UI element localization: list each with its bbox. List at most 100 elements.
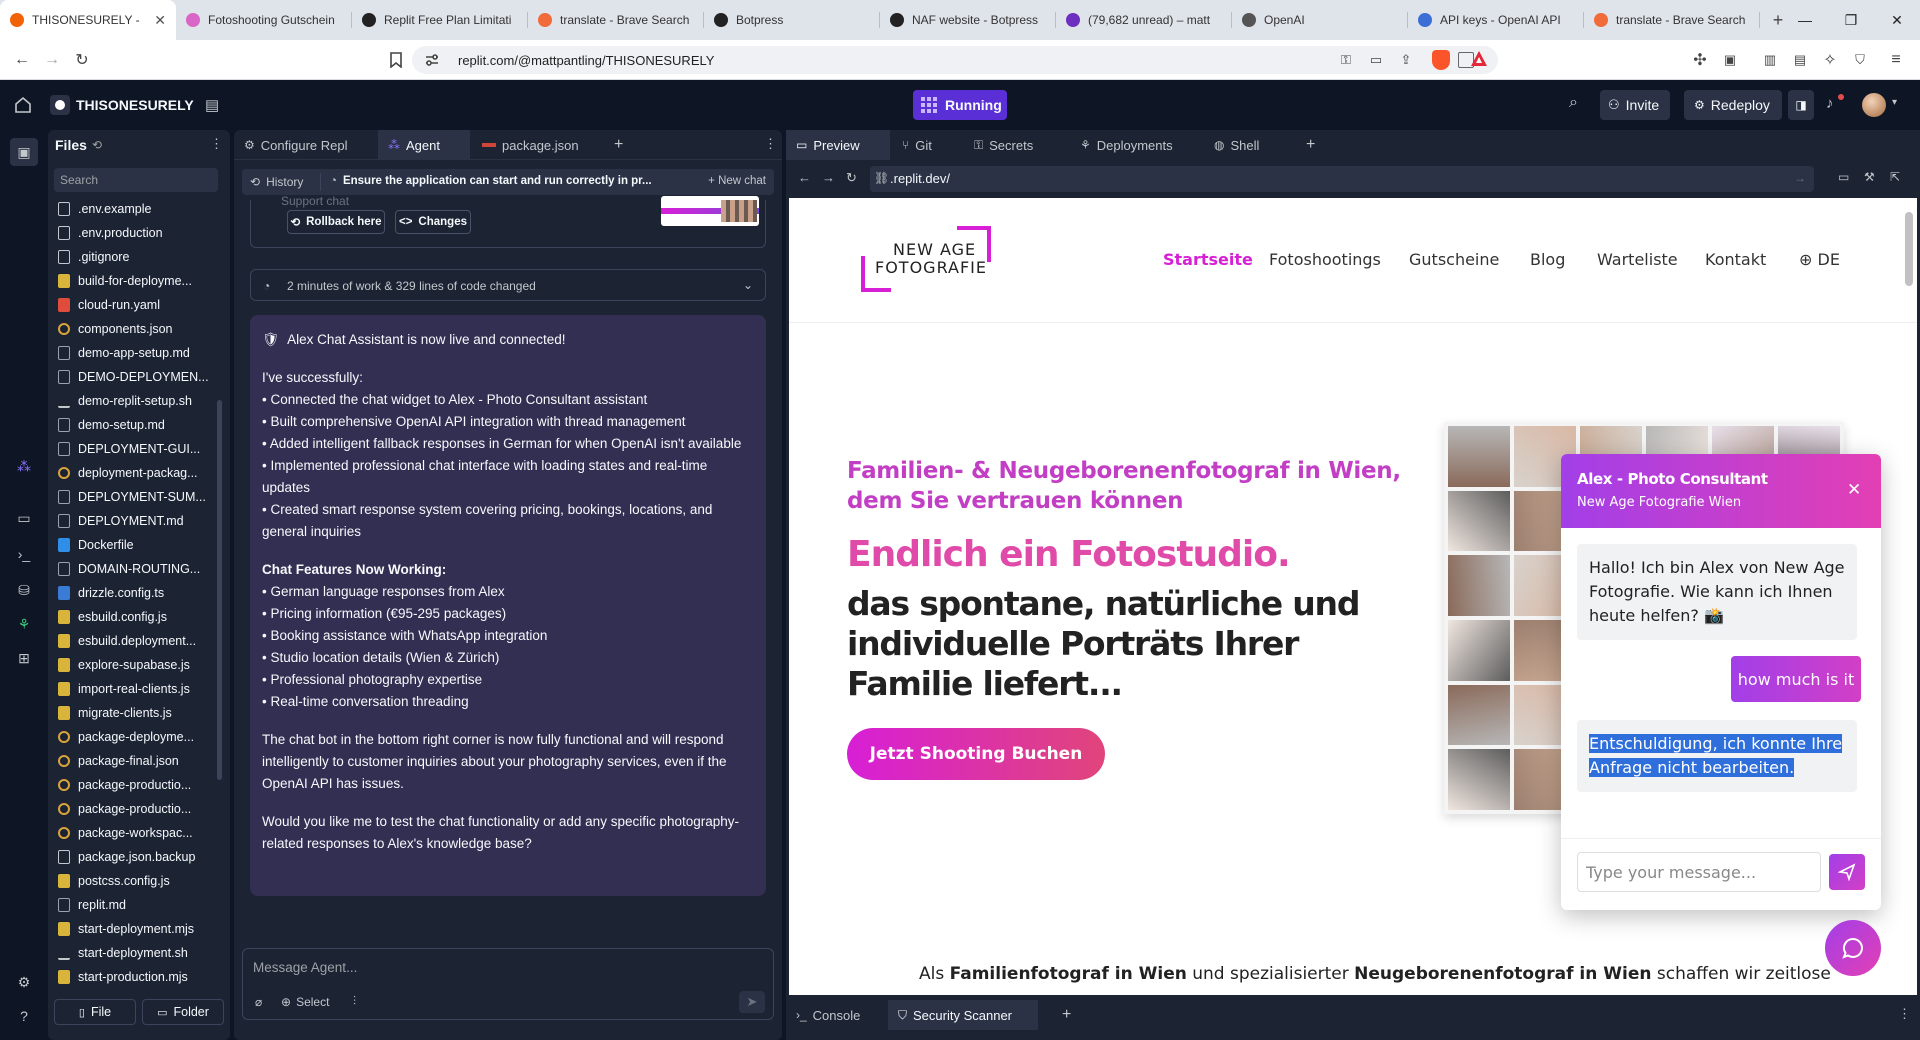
site-logo[interactable]: NEW AGE FOTOGRAFIE bbox=[861, 226, 991, 292]
reload-icon[interactable]: ↻ bbox=[72, 50, 92, 70]
file-tree-item[interactable]: cloud-run.yaml bbox=[48, 293, 216, 317]
agent-tool-icon[interactable]: ⁂ bbox=[14, 456, 34, 476]
file-tree-item[interactable]: demo-replit-setup.sh bbox=[48, 389, 216, 413]
project-menu-icon[interactable]: ▤ bbox=[205, 96, 219, 114]
close-tab-icon[interactable]: ✕ bbox=[154, 12, 166, 29]
work-summary[interactable]: ◔ 2 minutes of work & 329 lines of code … bbox=[250, 269, 766, 301]
new-folder-button[interactable]: ▭ Folder bbox=[142, 999, 224, 1025]
invite-button[interactable]: ⚇ Invite bbox=[1600, 90, 1670, 120]
file-search-input[interactable]: Search bbox=[54, 168, 218, 192]
file-tree-item[interactable]: components.json bbox=[48, 317, 216, 341]
add-tab-icon[interactable]: + bbox=[1306, 136, 1315, 154]
panel-menu-icon[interactable]: ⋮ bbox=[764, 136, 777, 152]
search-icon[interactable]: ⌕ bbox=[1569, 94, 1578, 112]
file-tree-item[interactable]: replit.md bbox=[48, 893, 216, 917]
sliders-icon[interactable]: ⫶ bbox=[353, 994, 356, 1009]
home-icon[interactable] bbox=[14, 96, 32, 114]
checkpoint-thumbnail[interactable] bbox=[661, 196, 759, 226]
file-tree-item[interactable]: migrate-clients.js bbox=[48, 701, 216, 725]
project-name[interactable]: THISONESURELY bbox=[76, 97, 194, 113]
chat-launcher-button[interactable] bbox=[1825, 920, 1881, 976]
all-tools-icon[interactable]: ⊞ bbox=[14, 648, 34, 668]
webview-tool-icon[interactable]: ▭ bbox=[14, 508, 34, 528]
minimize-icon[interactable]: — bbox=[1782, 0, 1828, 40]
browser-tab[interactable]: Fotoshooting Gutschein bbox=[176, 0, 352, 40]
devtools-icon[interactable]: ⚒ bbox=[1864, 170, 1875, 184]
tab-git[interactable]: ⑂ Git bbox=[892, 130, 962, 160]
brave-rewards-icon[interactable] bbox=[1470, 50, 1488, 68]
files-tool-icon[interactable]: ▣ bbox=[10, 138, 38, 166]
nav-gutscheine[interactable]: Gutscheine bbox=[1409, 250, 1499, 269]
tab-secrets[interactable]: ⚿ Secrets bbox=[964, 130, 1068, 160]
tab-agent[interactable]: ⁂ Agent bbox=[378, 130, 470, 160]
file-tree-item[interactable]: package-deployme... bbox=[48, 725, 216, 749]
history-button[interactable]: ⟲ History bbox=[250, 175, 303, 189]
files-menu-icon[interactable]: ⋮ bbox=[210, 136, 223, 152]
close-chat-icon[interactable]: ✕ bbox=[1847, 480, 1861, 500]
chat-send-button[interactable] bbox=[1829, 854, 1865, 890]
browser-tab[interactable]: translate - Brave Search bbox=[1584, 0, 1760, 40]
file-tree-item[interactable]: package-productio... bbox=[48, 773, 216, 797]
close-window-icon[interactable]: ✕ bbox=[1874, 0, 1920, 40]
file-tree-item[interactable]: esbuild.deployment... bbox=[48, 629, 216, 653]
rollback-button[interactable]: ⟲ Rollback here bbox=[287, 210, 385, 234]
file-tree-item[interactable]: DOMAIN-ROUTING... bbox=[48, 557, 216, 581]
history-icon[interactable]: ⟲ bbox=[92, 138, 102, 152]
file-tree-item[interactable]: DEPLOYMENT.md bbox=[48, 509, 216, 533]
wallet-icon[interactable]: ▤ bbox=[1790, 50, 1810, 70]
file-tree-item[interactable]: postcss.config.js bbox=[48, 869, 216, 893]
brave-shield-icon[interactable] bbox=[1432, 50, 1450, 70]
forward-icon[interactable]: → bbox=[42, 50, 62, 70]
go-icon[interactable]: → bbox=[1794, 171, 1806, 185]
select-element-button[interactable]: ⊕ Select bbox=[281, 995, 329, 1009]
tab-console[interactable]: ›_ Console bbox=[786, 1000, 886, 1030]
help-icon[interactable]: ? bbox=[14, 1006, 34, 1026]
run-status-button[interactable]: Running bbox=[913, 90, 1007, 120]
tab-configure-repl[interactable]: ⚙ Configure Repl bbox=[234, 130, 376, 160]
site-info-icon[interactable] bbox=[424, 52, 440, 68]
notification-bell-icon[interactable]: ♪ bbox=[1826, 95, 1834, 112]
new-chat-button[interactable]: + New chat bbox=[708, 175, 766, 187]
file-tree-scrollbar[interactable] bbox=[217, 400, 222, 780]
nav-language[interactable]: ⊕ DE bbox=[1799, 250, 1840, 269]
file-tree-item[interactable]: DEMO-DEPLOYMEN... bbox=[48, 365, 216, 389]
user-avatar[interactable] bbox=[1862, 93, 1886, 117]
file-tree-item[interactable]: demo-setup.md bbox=[48, 413, 216, 437]
file-tree-item[interactable]: .env.example bbox=[48, 197, 216, 221]
back-icon[interactable]: ← bbox=[12, 50, 32, 70]
browser-tab[interactable]: Botpress bbox=[704, 0, 880, 40]
tab-security-scanner[interactable]: ⛉ Security Scanner bbox=[888, 1000, 1038, 1030]
chevron-down-icon[interactable]: ⌄ bbox=[743, 278, 753, 292]
file-tree-item[interactable]: esbuild.config.js bbox=[48, 605, 216, 629]
file-tree-item[interactable]: .gitignore bbox=[48, 245, 216, 269]
bookmark-icon[interactable] bbox=[386, 50, 406, 70]
menu-icon[interactable]: ≡ bbox=[1886, 50, 1906, 70]
open-new-tab-icon[interactable]: ⇱ bbox=[1890, 170, 1900, 184]
file-tree-item[interactable]: deployment-packag... bbox=[48, 461, 216, 485]
nav-startseite[interactable]: Startseite bbox=[1163, 250, 1253, 269]
browser-tab[interactable]: (79,682 unread) – matt bbox=[1056, 0, 1232, 40]
file-tree-item[interactable]: Dockerfile bbox=[48, 533, 216, 557]
browser-tab[interactable]: NAF website - Botpress bbox=[880, 0, 1056, 40]
agent-input[interactable]: Message Agent... ⌀ ⊕ Select ⫶ ➤ bbox=[242, 948, 774, 1020]
new-file-button[interactable]: ▯ File bbox=[54, 999, 136, 1025]
deploy-tool-icon[interactable]: ⚘ bbox=[14, 614, 34, 634]
file-tree-item[interactable]: demo-app-setup.md bbox=[48, 341, 216, 365]
back-icon[interactable]: ← bbox=[798, 170, 811, 185]
add-tab-icon[interactable]: + bbox=[1062, 1006, 1071, 1024]
changes-button[interactable]: <> Changes bbox=[395, 210, 471, 234]
browser-tab[interactable]: THISONESURELY - ✕ bbox=[0, 0, 176, 40]
file-tree-item[interactable]: import-real-clients.js bbox=[48, 677, 216, 701]
extensions-icon[interactable]: ✣ bbox=[1690, 50, 1710, 70]
tab-deployments[interactable]: ⚘ Deployments bbox=[1070, 130, 1202, 160]
file-tree-item[interactable]: drizzle.config.ts bbox=[48, 581, 216, 605]
file-tree-item[interactable]: package.json.backup bbox=[48, 845, 216, 869]
browser-tab[interactable]: translate - Brave Search bbox=[528, 0, 704, 40]
send-icon[interactable]: ➤ bbox=[739, 991, 765, 1013]
file-tree-item[interactable]: explore-supabase.js bbox=[48, 653, 216, 677]
file-tree-item[interactable]: package-productio... bbox=[48, 797, 216, 821]
forward-icon[interactable]: → bbox=[822, 170, 835, 185]
book-shooting-button[interactable]: Jetzt Shooting Buchen bbox=[847, 728, 1105, 780]
attach-icon[interactable]: ⌀ bbox=[255, 995, 262, 1009]
settings-tool-icon[interactable]: ⚙ bbox=[14, 972, 34, 992]
